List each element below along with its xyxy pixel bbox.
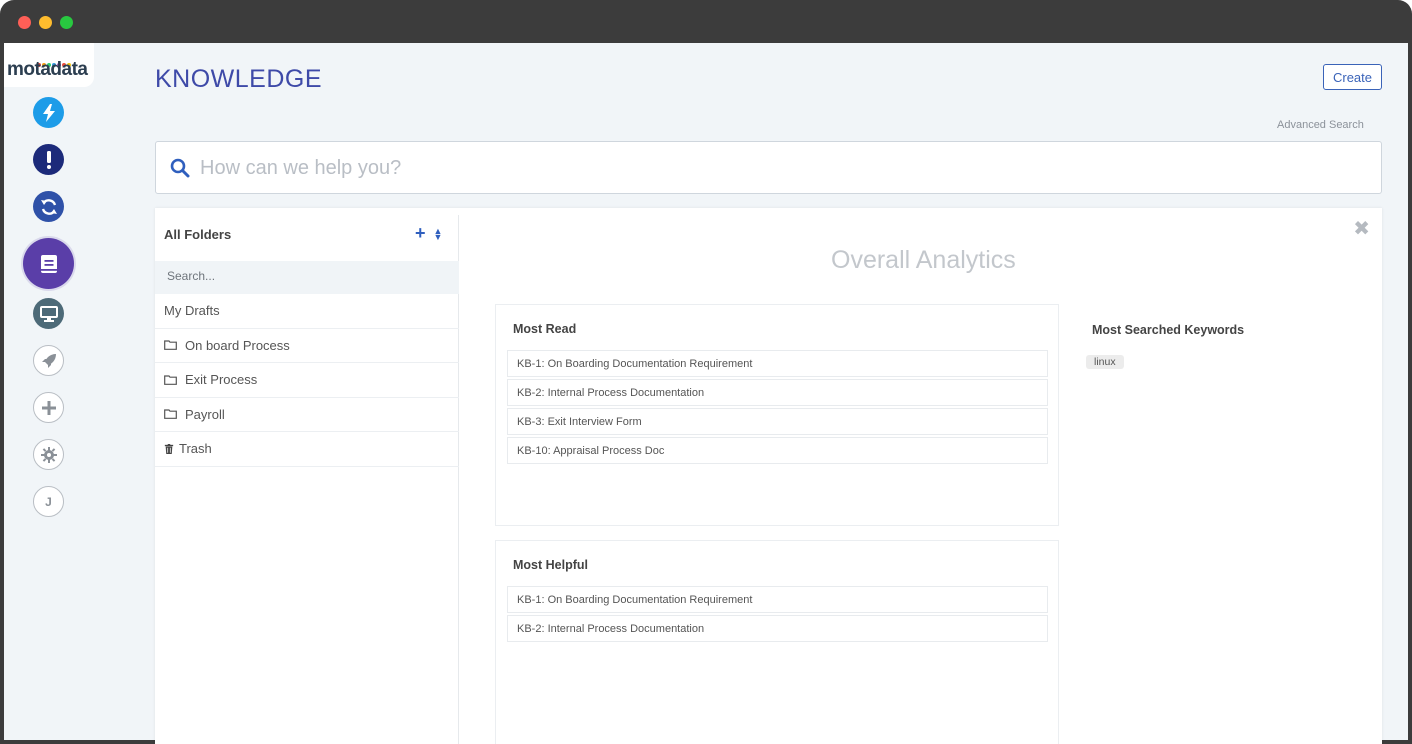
folder-item-label: Exit Process [185,372,258,388]
most-read-list: KB-1: On Boarding Documentation Requirem… [507,350,1048,466]
knowledge-search-input[interactable] [200,152,1350,184]
maximize-window-button[interactable] [60,16,73,29]
folder-search [155,261,459,294]
sidebar-item-settings[interactable] [33,439,64,470]
window-controls [18,16,73,29]
sidebar: motadata J [4,43,94,740]
most-helpful-list: KB-1: On Boarding Documentation Requirem… [507,586,1048,644]
folder-search-input[interactable] [167,269,437,283]
folder-item-label: My Drafts [164,303,220,319]
keywords-title: Most Searched Keywords [1092,323,1245,337]
analytics-title: Overall Analytics [831,246,1016,274]
sidebar-item-problem[interactable] [33,144,64,175]
folder-icon [164,409,177,420]
list-item[interactable]: KB-10: Appraisal Process Doc [507,437,1048,464]
most-helpful-panel: Most Helpful KB-1: On Boarding Documenta… [495,540,1059,744]
folder-item-label: On board Process [185,337,290,353]
list-item[interactable]: KB-1: On Boarding Documentation Requirem… [507,586,1048,613]
sidebar-item-add[interactable] [33,392,64,423]
sidebar-item-user[interactable]: J [33,486,64,517]
list-item[interactable]: KB-2: Internal Process Documentation [507,379,1048,406]
app-window: motadata J KNOWLEDGE Create Advanced Sea… [0,0,1412,744]
user-initial-icon: J [45,494,52,509]
app-content: motadata J KNOWLEDGE Create Advanced Sea… [4,43,1408,744]
add-folder-icon[interactable]: + [415,223,426,244]
folder-item-on-board-process[interactable]: On board Process [155,329,459,363]
folder-item-payroll[interactable]: Payroll [155,398,459,432]
folder-item-my-drafts[interactable]: My Drafts [155,294,459,329]
folder-icon [164,375,177,385]
create-button[interactable]: Create [1323,64,1382,90]
sidebar-item-release[interactable] [33,345,64,376]
search-icon [170,158,190,178]
minimize-window-button[interactable] [39,16,52,29]
close-window-button[interactable] [18,16,31,29]
sidebar-item-knowledge[interactable] [23,238,74,289]
refresh-icon [40,198,57,215]
most-helpful-title: Most Helpful [513,558,588,572]
plus-icon [41,400,56,415]
sidebar-item-incident[interactable] [33,97,64,128]
lightning-icon [42,103,55,122]
keyword-tag[interactable]: linux [1086,355,1124,369]
folders-heading: All Folders [164,227,232,242]
trash-icon [164,443,174,454]
folder-item-label: Payroll [185,406,225,422]
rocket-icon [41,353,56,368]
logo-text: motadata [7,59,88,80]
list-item[interactable]: KB-3: Exit Interview Form [507,408,1048,435]
sidebar-item-asset[interactable] [33,298,64,329]
gear-icon [40,446,57,463]
close-icon[interactable]: ✖ [1353,216,1370,241]
folder-item-trash[interactable]: Trash [155,432,459,467]
page-title: KNOWLEDGE [155,65,323,93]
folder-panel: All Folders + ▲▼ My Drafts On board Proc… [155,215,459,744]
most-read-panel: Most Read KB-1: On Boarding Documentatio… [495,304,1059,526]
book-icon [40,254,57,273]
monitor-icon [39,305,58,322]
folder-icon [164,340,177,351]
content-card: ✖ All Folders + ▲▼ My Drafts On board [155,208,1382,744]
list-item[interactable]: KB-2: Internal Process Documentation [507,615,1048,642]
folder-list: My Drafts On board Process Exit Process … [155,294,459,467]
sort-icon[interactable]: ▲ ▼ [434,226,443,241]
folder-actions: + ▲ ▼ [415,223,442,244]
advanced-search-link[interactable]: Advanced Search [1277,119,1364,131]
logo[interactable]: motadata [4,43,94,87]
folder-item-label: Trash [179,441,212,457]
sidebar-item-change[interactable] [33,191,64,222]
most-read-title: Most Read [513,322,577,336]
knowledge-search-bar [155,141,1382,194]
list-item[interactable]: KB-1: On Boarding Documentation Requirem… [507,350,1048,377]
folder-item-exit-process[interactable]: Exit Process [155,363,459,398]
exclamation-icon [46,150,51,169]
